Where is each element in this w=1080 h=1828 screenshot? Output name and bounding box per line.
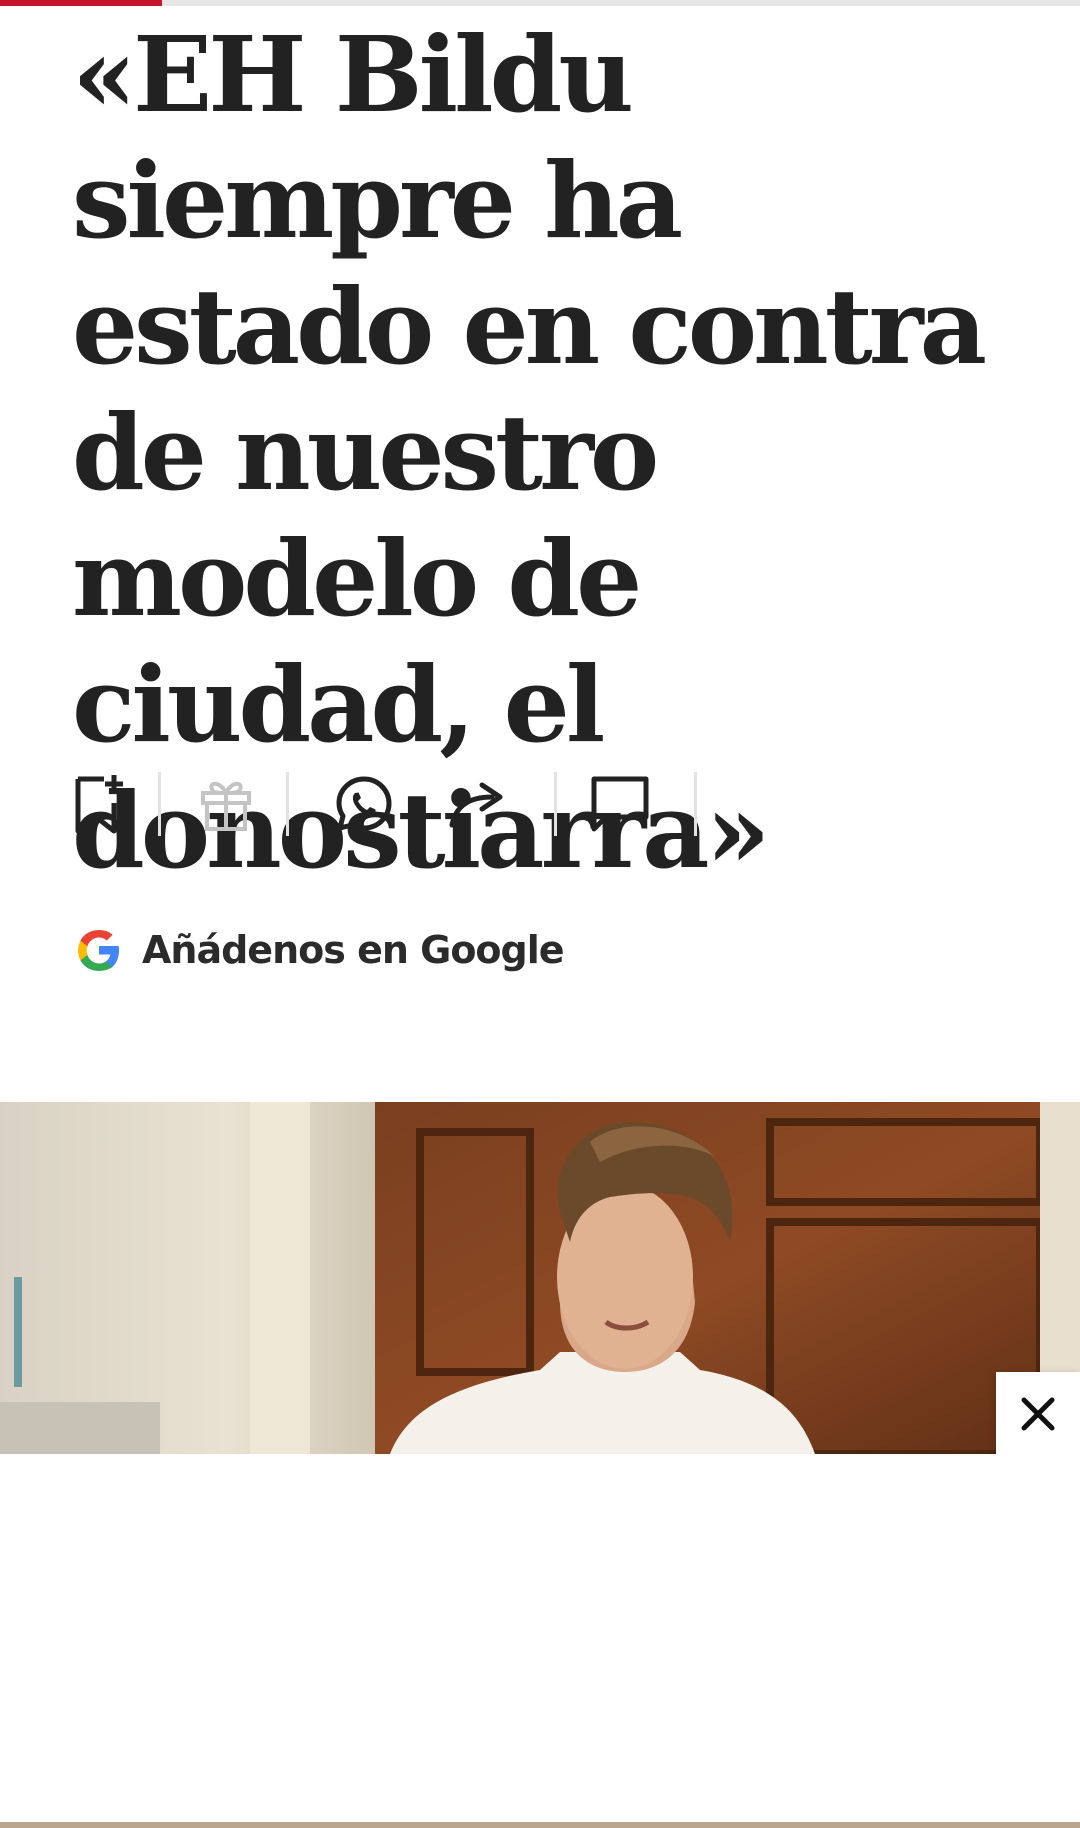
photo-man-speaking (0, 1102, 1080, 1454)
reading-progress-fill (0, 0, 162, 6)
share-button[interactable] (448, 768, 512, 840)
whatsapp-icon (336, 776, 392, 831)
add-google-source-link[interactable]: Añádenos en Google (72, 922, 565, 978)
article-action-bar (72, 768, 772, 840)
ad-placeholder (0, 1456, 1080, 1822)
close-button[interactable] (996, 1372, 1080, 1456)
comment-icon (591, 776, 649, 832)
gift-icon (201, 781, 251, 831)
bookmark-add-icon (75, 775, 123, 834)
google-g-icon (78, 930, 119, 971)
next-image-edge (0, 1822, 1080, 1828)
reading-progress-bar (0, 0, 1080, 6)
comments-button[interactable] (590, 768, 650, 840)
article-photo[interactable] (0, 1102, 1080, 1454)
action-divider (158, 772, 161, 836)
bookmark-button[interactable] (72, 768, 128, 840)
close-icon (1021, 1397, 1055, 1431)
share-icon (449, 782, 503, 828)
whatsapp-share-button[interactable] (334, 768, 394, 840)
article-headline: «EH Bildu siempre ha estado en contra de… (72, 13, 987, 892)
action-divider (694, 772, 697, 836)
action-divider (286, 772, 289, 836)
gift-button[interactable] (198, 768, 254, 840)
add-google-label: Añádenos en Google (142, 928, 565, 972)
action-divider (554, 772, 557, 836)
